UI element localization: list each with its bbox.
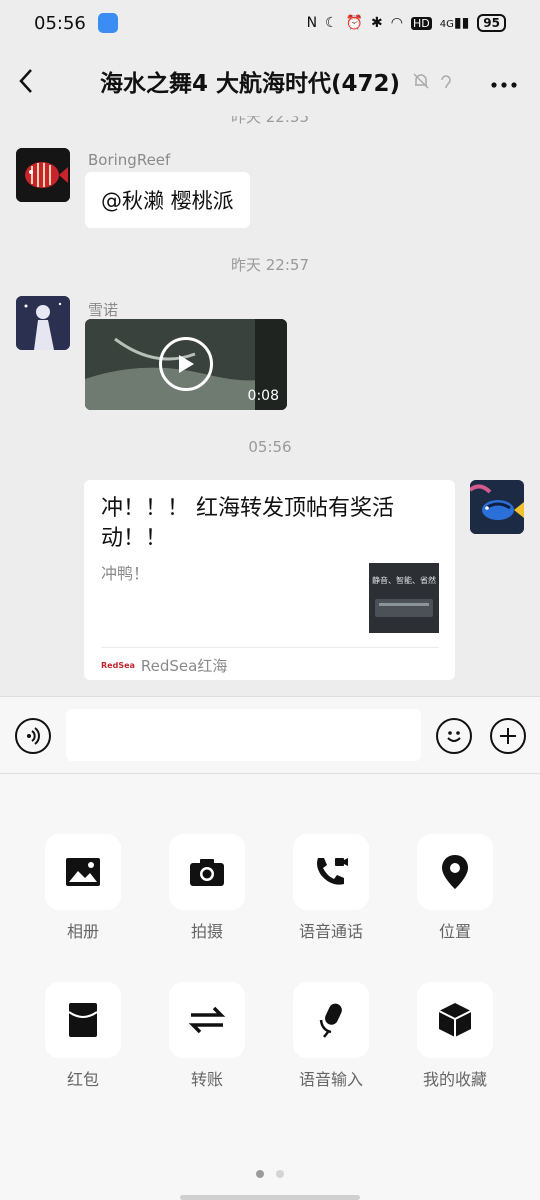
page-dot-active[interactable] bbox=[256, 1170, 264, 1178]
transfer-button[interactable] bbox=[169, 982, 245, 1058]
home-indicator[interactable] bbox=[180, 1195, 360, 1200]
emoji-button[interactable] bbox=[436, 718, 472, 754]
input-bar bbox=[0, 696, 540, 774]
redsea-logo-icon: RedSea bbox=[101, 661, 135, 670]
red-packet-icon bbox=[68, 1003, 98, 1037]
back-arrow-icon bbox=[19, 69, 32, 93]
page-dot[interactable] bbox=[276, 1170, 284, 1178]
app-notification-icon bbox=[97, 13, 118, 33]
timestamp: 05:56 bbox=[248, 438, 292, 456]
chat-title: 海水之舞4 大航海时代(472) bbox=[100, 71, 401, 97]
video-message[interactable]: 0:08 bbox=[85, 319, 287, 410]
transfer-label: 转账 bbox=[190, 1070, 223, 1089]
hd-icon: HD bbox=[411, 16, 432, 30]
location-label: 位置 bbox=[438, 922, 471, 941]
timestamp: 昨天 22:57 bbox=[231, 256, 309, 274]
camera-icon bbox=[190, 859, 224, 886]
girl-avatar-icon bbox=[16, 296, 70, 350]
phone-video-icon bbox=[317, 858, 348, 885]
photo-icon bbox=[66, 858, 100, 886]
voice-wave-icon bbox=[27, 727, 40, 745]
message-list[interactable]: 昨天 22:35 BoringReef @秋濑 樱桃派 昨天 22:57 雪诺 bbox=[0, 116, 540, 696]
earpiece-icon bbox=[441, 75, 451, 89]
red-packet-label: 红包 bbox=[66, 1070, 99, 1089]
card-thumbnail: 静音、智能、省然 bbox=[369, 563, 439, 633]
nfc-icon: N bbox=[306, 15, 318, 31]
card-divider bbox=[101, 647, 439, 648]
wifi-icon: ◠ bbox=[390, 15, 403, 31]
avatar[interactable] bbox=[16, 148, 70, 202]
self-avatar[interactable] bbox=[470, 480, 524, 534]
status-bar: 05:56 N ☾ ⏰ ✱ ◠ HD 4G▮▮ 95 bbox=[0, 0, 540, 46]
status-icons: N ☾ ⏰ ✱ ◠ HD 4G▮▮ 95 bbox=[307, 14, 506, 32]
transfer-icon bbox=[188, 1006, 226, 1034]
avatar[interactable] bbox=[16, 296, 70, 350]
red-packet-button[interactable] bbox=[45, 982, 121, 1058]
signal-icon: 4G▮▮ bbox=[439, 15, 470, 31]
chat-header: 海水之舞4 大航海时代(472) bbox=[0, 46, 540, 116]
text-message-bubble[interactable]: @秋濑 樱桃派 bbox=[85, 172, 250, 228]
play-icon bbox=[179, 355, 194, 373]
more-dots-icon bbox=[491, 82, 517, 88]
voice-toggle-button[interactable] bbox=[15, 718, 51, 754]
favorites-button[interactable] bbox=[417, 982, 493, 1058]
battery-icon: 95 bbox=[477, 14, 506, 32]
sender-name: 雪诺 bbox=[88, 301, 119, 319]
dnd-moon-icon: ☾ bbox=[325, 15, 338, 31]
smiley-icon bbox=[447, 731, 461, 742]
favorites-box-icon bbox=[438, 1003, 472, 1037]
favorites-label: 我的收藏 bbox=[422, 1070, 487, 1089]
voice-input-label: 语音输入 bbox=[298, 1070, 363, 1089]
album-button[interactable] bbox=[45, 834, 121, 910]
album-label: 相册 bbox=[66, 922, 99, 941]
card-source: RedSea RedSea红海 bbox=[101, 655, 227, 676]
more-options-button[interactable] bbox=[490, 66, 518, 96]
fish-avatar-icon bbox=[16, 148, 70, 202]
card-source-name: RedSea红海 bbox=[140, 657, 228, 675]
location-button[interactable] bbox=[417, 834, 493, 910]
page-indicator bbox=[0, 1170, 540, 1178]
status-time: 05:56 bbox=[34, 12, 86, 34]
link-card-message[interactable]: 冲！！！ 红海转发顶帖有奖活动！！ 冲鸭！ 静音、智能、省然 RedSea Re… bbox=[84, 480, 455, 680]
alarm-icon: ⏰ bbox=[345, 15, 364, 31]
timestamp: 昨天 22:35 bbox=[231, 116, 309, 126]
plus-icon bbox=[500, 728, 516, 744]
video-duration: 0:08 bbox=[247, 388, 279, 404]
thumbnail-caption: 静音、智能、省然 bbox=[372, 576, 436, 585]
product-thumbnail-icon bbox=[369, 563, 439, 633]
play-button[interactable] bbox=[159, 337, 213, 391]
mic-icon bbox=[319, 1003, 342, 1038]
bluetooth-icon: ✱ bbox=[371, 15, 383, 31]
card-description: 冲鸭！ bbox=[101, 564, 150, 583]
more-functions-button[interactable] bbox=[490, 718, 526, 754]
location-icon bbox=[442, 855, 468, 889]
tang-fish-avatar-icon bbox=[470, 480, 524, 534]
message-input[interactable] bbox=[66, 709, 421, 761]
function-panel: 相册 拍摄 语音通话 位置 红包 转账 语音输入 我的收藏 bbox=[0, 774, 540, 1200]
voice-call-button[interactable] bbox=[293, 834, 369, 910]
muted-bell-icon bbox=[413, 73, 429, 89]
sender-name: BoringReef bbox=[88, 151, 171, 169]
back-button[interactable] bbox=[0, 68, 52, 94]
muted-indicators bbox=[412, 72, 454, 90]
voice-input-button[interactable] bbox=[293, 982, 369, 1058]
network-label: 4G bbox=[439, 19, 454, 30]
camera-button[interactable] bbox=[169, 834, 245, 910]
camera-label: 拍摄 bbox=[190, 922, 223, 941]
voice-call-label: 语音通话 bbox=[298, 922, 363, 941]
card-title: 冲！！！ 红海转发顶帖有奖活动！！ bbox=[101, 496, 394, 551]
